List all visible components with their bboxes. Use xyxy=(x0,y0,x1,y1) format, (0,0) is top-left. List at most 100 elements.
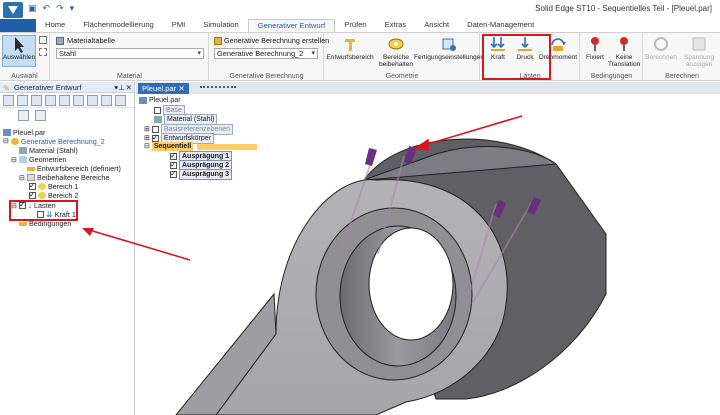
rollback-bar[interactable] xyxy=(197,143,258,150)
pane-close-icon[interactable]: ✕ xyxy=(126,82,132,93)
material-combo[interactable]: Stahl xyxy=(56,48,204,59)
keep-regions-button[interactable]: Bereiche beibehalten xyxy=(377,36,415,68)
pane-tool-3-icon[interactable] xyxy=(31,94,42,106)
tree-item-geometry[interactable]: ⊟ Geometrien xyxy=(11,155,67,164)
tab-inspect[interactable]: Prüfen xyxy=(335,19,375,32)
design-area-icon xyxy=(27,166,35,171)
fixed-label: Fixiert xyxy=(586,54,604,61)
key-icon: ✎ xyxy=(3,84,10,93)
show-stress-label: Spannung anzeigen xyxy=(683,54,715,68)
pane-tool-2-icon[interactable] xyxy=(17,94,28,106)
vtree-item-sequential[interactable]: ⊟ Sequentiell xyxy=(144,142,258,151)
tab-pmi[interactable]: PMI xyxy=(163,19,195,32)
create-study-icon[interactable] xyxy=(214,37,222,45)
material-table-label[interactable]: Materialtabelle xyxy=(67,36,115,45)
pane-pin-icon[interactable]: ⊥ xyxy=(118,82,125,93)
tree-item-area2[interactable]: Bereich 2 xyxy=(29,190,79,200)
tree-item-study[interactable]: ⊟ Generative Berechnung_2 xyxy=(3,137,105,146)
tab-generative-design[interactable]: Generativer Entwurf xyxy=(247,19,336,32)
create-study-label[interactable]: Generative Berechnung erstellen xyxy=(224,36,329,45)
area2-checkbox[interactable] xyxy=(29,190,36,199)
undo-icon[interactable]: ↶ xyxy=(43,4,51,14)
feature2-checkbox[interactable] xyxy=(170,160,177,169)
geometry-icon xyxy=(19,156,28,163)
tree-label-kept-areas: Beibehaltene Bereiche xyxy=(37,173,110,182)
tab-surfacing[interactable]: Flächenmodellierung xyxy=(74,19,163,32)
tab-data-management[interactable]: Daten-Management xyxy=(458,19,543,32)
select-filter-icon[interactable] xyxy=(39,48,47,56)
no-translation-button[interactable]: Keine Translation xyxy=(607,36,641,68)
ribbon-tabs: Home Flächenmodellierung PMI Simulation … xyxy=(0,19,720,32)
tab-tools[interactable]: Extras xyxy=(376,19,416,32)
constraints-icon xyxy=(19,221,27,226)
tab-simulation[interactable]: Simulation xyxy=(194,19,247,32)
tab-home[interactable]: Home xyxy=(36,19,74,32)
group-material: Materialtabelle Stahl Material xyxy=(51,33,209,81)
fixed-pin-icon xyxy=(587,36,603,52)
collapse-icon[interactable]: ⊟ xyxy=(3,137,9,146)
pane-tool-4-icon[interactable] xyxy=(45,94,56,106)
group-bedingungen: Fixiert Keine Translation Bedingungen xyxy=(581,33,643,81)
pane-tool-1-icon[interactable] xyxy=(3,94,14,106)
torque-icon xyxy=(550,36,566,52)
collapse-icon[interactable]: ⊟ xyxy=(19,173,25,182)
document-tab[interactable]: Pleuel.par ✕ xyxy=(138,83,189,94)
tree-item-material[interactable]: Material (Stahl) xyxy=(19,146,78,155)
tree-item-area1[interactable]: Bereich 1 xyxy=(29,181,78,191)
group-berechnen: Berechnen Spannung anzeigen Berechnen xyxy=(644,33,720,81)
group-auswahl: Auswählen Auswahl xyxy=(0,33,50,81)
kept-areas-icon xyxy=(27,174,36,181)
collapse-icon[interactable]: ⊟ xyxy=(144,142,150,151)
tree-label-design-area: Entwurfsbereich (definiert) xyxy=(37,164,121,173)
vtree-item-root[interactable]: Pleuel.par xyxy=(139,96,181,105)
pane-expand-icon[interactable] xyxy=(35,110,46,121)
tree-item-design-area[interactable]: Entwurfsbereich (definiert) xyxy=(27,164,121,173)
redo-icon[interactable]: ↷ xyxy=(56,4,64,14)
bodies-checkbox[interactable] xyxy=(151,133,159,142)
show-stress-button[interactable]: Spannung anzeigen xyxy=(680,36,718,68)
feature1-checkbox[interactable] xyxy=(170,151,177,160)
feature3-checkbox[interactable] xyxy=(170,169,177,178)
refplanes-checkbox[interactable] xyxy=(151,126,159,133)
pane-tool-9-icon[interactable] xyxy=(115,94,126,106)
vtree-label-feature3: Ausprägung 3 xyxy=(179,169,233,180)
tree-label-area2: Bereich 2 xyxy=(48,191,79,200)
material-table-icon[interactable] xyxy=(56,37,64,45)
select-options-icon[interactable] xyxy=(39,36,47,44)
base-checkbox[interactable] xyxy=(154,107,161,114)
select-button-label: Auswählen xyxy=(2,54,36,61)
manufacturing-gear-icon xyxy=(441,36,457,52)
compute-button[interactable]: Berechnen xyxy=(645,36,677,61)
document-tab-label: Pleuel.par xyxy=(142,84,177,93)
no-translation-pin-icon xyxy=(616,36,632,52)
vtree-item-feature3[interactable]: Ausprägung 3 xyxy=(170,169,233,180)
design-space-button[interactable]: Entwurfsbereich xyxy=(326,36,374,61)
pane-title-bar: ✎ Generativer Entwurf ▾ ⊥ ✕ xyxy=(0,82,134,93)
manufacturing-settings-label: Fertigungseinstellungen xyxy=(414,54,485,61)
graphics-viewport[interactable]: Pleuel.par Base Material (Stahl) ⊞ Basisr… xyxy=(136,94,720,415)
customize-icon[interactable]: ▾ xyxy=(70,4,75,14)
collapse-icon[interactable]: ⊟ xyxy=(11,155,17,164)
manufacturing-settings-button[interactable]: Fertigungseinstellungen xyxy=(414,36,484,61)
pane-collapse-icon[interactable] xyxy=(18,110,29,121)
pane-tool-7-icon[interactable] xyxy=(87,94,98,106)
quick-access-toolbar: ▣ ↶ ↷ ▾ xyxy=(28,3,74,15)
tab-view[interactable]: Ansicht xyxy=(415,19,458,32)
study-combo[interactable]: Generative Berechnung_2 xyxy=(214,48,318,59)
fixed-button[interactable]: Fixiert xyxy=(584,36,606,61)
save-icon[interactable]: ▣ xyxy=(28,4,37,14)
ribbon: Auswählen Auswahl Materialtabelle Stahl … xyxy=(0,32,720,81)
document-tab-close-icon[interactable]: ✕ xyxy=(178,84,184,93)
compute-label: Berechnen xyxy=(645,54,677,61)
pane-tool-5-icon[interactable] xyxy=(59,94,70,106)
design-space-icon xyxy=(342,36,358,52)
area1-checkbox[interactable] xyxy=(29,181,36,190)
pane-tool-8-icon[interactable] xyxy=(101,94,112,106)
file-tab[interactable] xyxy=(0,19,36,32)
tree-item-root[interactable]: Pleuel.par xyxy=(3,128,45,137)
pane-tool-6-icon[interactable] xyxy=(73,94,84,106)
keep-regions-label: Bereiche beibehalten xyxy=(378,54,414,68)
solid-edge-logo-icon[interactable] xyxy=(3,2,23,18)
splitter-grip[interactable] xyxy=(200,86,236,88)
select-button[interactable]: Auswählen xyxy=(2,35,36,67)
